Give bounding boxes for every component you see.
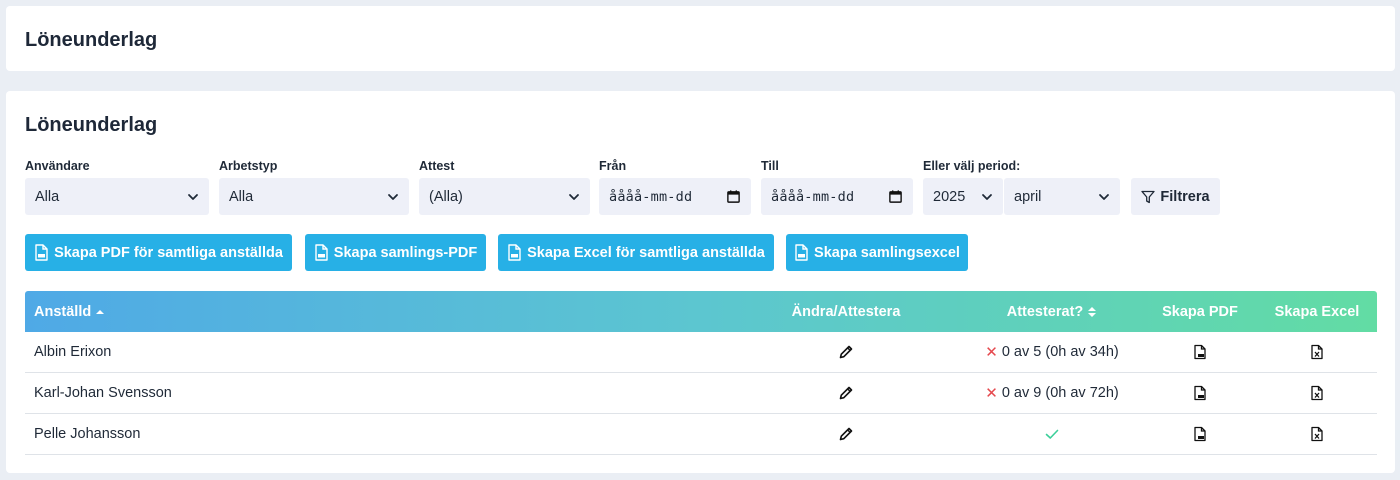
employee-name: Albin Erixon xyxy=(34,344,112,360)
to-date-input[interactable]: åååå-mm-dd xyxy=(761,178,913,215)
column-attested-label: Attesterat? xyxy=(1006,303,1084,320)
create-pdf-all-button[interactable]: Skapa PDF för samtliga anställda xyxy=(25,234,292,271)
user-select[interactable]: Alla xyxy=(25,178,209,215)
sort-icon xyxy=(1088,306,1097,317)
x-mark-icon: ✕ xyxy=(985,344,998,361)
to-date-value: åååå-mm-dd xyxy=(771,188,855,205)
column-header-attested[interactable]: Attesterat? xyxy=(932,291,1172,332)
pdf-file-icon xyxy=(35,244,48,261)
column-excel-label: Skapa Excel xyxy=(1274,303,1360,320)
pencil-icon xyxy=(839,427,853,441)
year-select-value: 2025 xyxy=(933,188,966,205)
filter-button[interactable]: Filtrera xyxy=(1131,178,1220,215)
create-excel-button[interactable] xyxy=(1261,332,1373,372)
pdf-file-icon xyxy=(1194,426,1206,442)
from-date-value: åååå-mm-dd xyxy=(609,188,693,205)
column-header-excel: Skapa Excel xyxy=(1261,291,1373,332)
attest-select-value: (Alla) xyxy=(429,188,463,205)
pdf-file-icon xyxy=(315,244,328,261)
pencil-icon xyxy=(839,345,853,359)
table-row: Pelle Johansson xyxy=(25,414,1377,455)
excel-file-icon xyxy=(1311,385,1323,401)
create-pdf-button[interactable] xyxy=(1144,414,1256,454)
column-pdf-label: Skapa PDF xyxy=(1162,303,1238,320)
x-mark-icon: ✕ xyxy=(985,385,998,402)
month-select[interactable]: april xyxy=(1004,178,1120,215)
excel-file-icon xyxy=(795,244,808,261)
attest-status-text: 0 av 5 (0h av 34h) xyxy=(1001,344,1119,360)
create-excel-all-label: Skapa Excel för samtliga anställda xyxy=(527,244,765,261)
header-card: Löneunderlag xyxy=(6,6,1395,71)
filter-button-label: Filtrera xyxy=(1160,188,1210,205)
edit-attest-button[interactable] xyxy=(770,414,922,454)
calendar-icon[interactable] xyxy=(888,189,903,204)
column-header-pdf: Skapa PDF xyxy=(1144,291,1256,332)
create-pdf-button[interactable] xyxy=(1144,332,1256,372)
excel-file-icon xyxy=(508,244,521,261)
create-pdf-all-label: Skapa PDF för samtliga anställda xyxy=(54,244,283,261)
excel-file-icon xyxy=(1311,426,1323,442)
attest-status-text: 0 av 9 (0h av 72h) xyxy=(1001,385,1119,401)
table-row: Karl-Johan Svensson ✕ 0 av 9 (0h av 72h) xyxy=(25,373,1377,414)
payroll-table: Anställd Ändra/Attestera Attesterat? Ska… xyxy=(25,291,1377,455)
user-select-value: Alla xyxy=(35,188,60,205)
to-date-label: Till xyxy=(761,159,779,173)
create-combined-pdf-label: Skapa samlings-PDF xyxy=(333,244,478,261)
employee-name: Pelle Johansson xyxy=(34,426,141,442)
main-card: Löneunderlag Användare Alla Arbetstyp Al… xyxy=(6,91,1395,473)
from-date-label: Från xyxy=(599,159,627,173)
chevron-down-icon xyxy=(388,193,398,200)
filter-icon xyxy=(1141,190,1156,203)
pencil-icon xyxy=(839,386,853,400)
section-title: Löneunderlag xyxy=(25,114,158,136)
chevron-down-icon xyxy=(1099,193,1109,200)
page-title: Löneunderlag xyxy=(25,29,158,51)
excel-file-icon xyxy=(1311,344,1323,360)
month-select-value: april xyxy=(1014,188,1042,205)
create-excel-button[interactable] xyxy=(1261,373,1373,413)
from-date-input[interactable]: åååå-mm-dd xyxy=(599,178,751,215)
calendar-icon[interactable] xyxy=(726,189,741,204)
table-header: Anställd Ändra/Attestera Attesterat? Ska… xyxy=(25,291,1377,332)
pdf-file-icon xyxy=(1194,385,1206,401)
user-filter-label: Användare xyxy=(25,159,90,173)
worktype-select-value: Alla xyxy=(229,188,254,205)
period-label: Eller välj period: xyxy=(923,159,1021,173)
attest-select[interactable]: (Alla) xyxy=(419,178,590,215)
edit-attest-button[interactable] xyxy=(770,373,922,413)
employee-name: Karl-Johan Svensson xyxy=(34,385,172,401)
column-header-employee[interactable]: Anställd xyxy=(34,291,334,332)
check-icon xyxy=(1045,429,1059,439)
worktype-filter-label: Arbetstyp xyxy=(219,159,278,173)
column-header-edit: Ändra/Attestera xyxy=(770,291,922,332)
pdf-file-icon xyxy=(1194,344,1206,360)
sort-up-icon xyxy=(96,309,105,314)
column-edit-label: Ändra/Attestera xyxy=(791,303,901,320)
create-pdf-button[interactable] xyxy=(1144,373,1256,413)
column-employee-label: Anställd xyxy=(34,303,92,320)
worktype-select[interactable]: Alla xyxy=(219,178,409,215)
chevron-down-icon xyxy=(982,193,992,200)
year-select[interactable]: 2025 xyxy=(923,178,1003,215)
create-excel-all-button[interactable]: Skapa Excel för samtliga anställda xyxy=(498,234,774,271)
attest-filter-label: Attest xyxy=(419,159,455,173)
create-combined-excel-label: Skapa samlingsexcel xyxy=(814,244,960,261)
chevron-down-icon xyxy=(188,193,198,200)
edit-attest-button[interactable] xyxy=(770,332,922,372)
create-excel-button[interactable] xyxy=(1261,414,1373,454)
table-row: Albin Erixon ✕ 0 av 5 (0h av 34h) xyxy=(25,332,1377,373)
create-combined-pdf-button[interactable]: Skapa samlings-PDF xyxy=(305,234,486,271)
chevron-down-icon xyxy=(569,193,579,200)
create-combined-excel-button[interactable]: Skapa samlingsexcel xyxy=(786,234,968,271)
